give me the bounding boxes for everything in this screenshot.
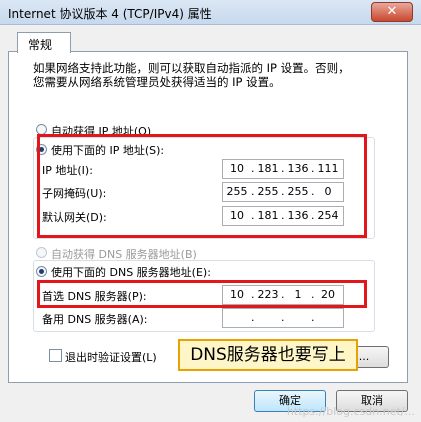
ip-highlight-box	[37, 134, 367, 238]
manual-dns-radio[interactable]	[36, 266, 47, 277]
annotation-callout: DNS服务器也要写上	[178, 339, 358, 371]
manual-dns-label: 使用下面的 DNS 服务器地址(E):	[51, 266, 211, 279]
dot: .	[281, 311, 285, 324]
window-title: Internet 协议版本 4 (TCP/IPv4) 属性	[8, 7, 212, 21]
intro-text: 如果网络支持此功能，则可以获取自动指派的 IP 设置。否则， 您需要从网络系统管…	[33, 61, 350, 89]
auto-dns-radio[interactable]	[36, 247, 47, 258]
title-bar: Internet 协议版本 4 (TCP/IPv4) 属性 ✕	[0, 0, 421, 25]
alternate-dns-label: 备用 DNS 服务器(A):	[42, 313, 148, 326]
tab-general-label: 常规	[28, 38, 53, 52]
dns-highlight-box	[37, 280, 367, 308]
dot: .	[251, 311, 255, 324]
tab-general[interactable]: 常规	[17, 32, 71, 53]
dialog-window: Internet 协议版本 4 (TCP/IPv4) 属性 ✕ 常规 如果网络支…	[0, 0, 421, 422]
validate-checkbox[interactable]	[49, 349, 62, 362]
dot: .	[311, 311, 315, 324]
alternate-dns-input[interactable]: . . .	[222, 308, 344, 328]
watermark-text: https://blog.csdn.net/...	[286, 405, 415, 418]
validate-label: 退出时验证设置(L)	[65, 351, 157, 364]
close-button[interactable]: ✕	[371, 2, 413, 22]
